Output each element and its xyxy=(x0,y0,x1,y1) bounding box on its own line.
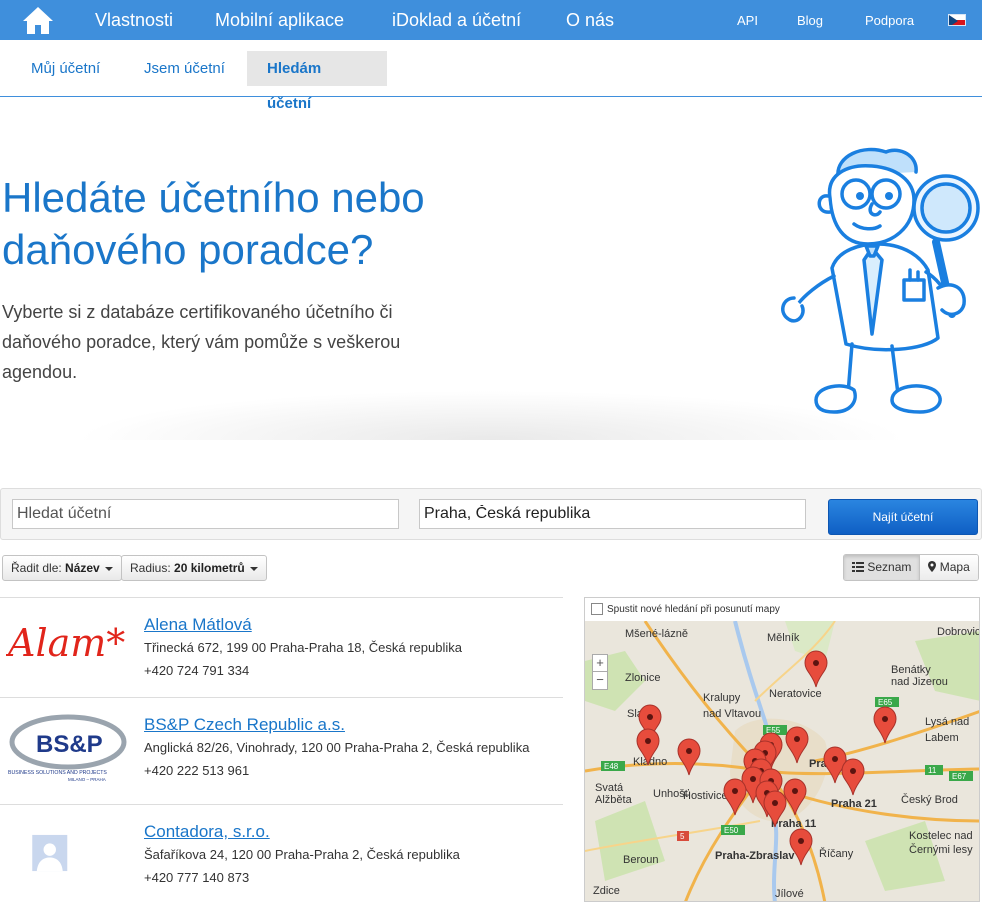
accountant-name-input[interactable] xyxy=(12,499,399,529)
nav-podpora[interactable]: Podpora xyxy=(865,0,914,40)
map-pin-icon[interactable] xyxy=(677,738,701,776)
results-list: Alam* Alena Mátlová Třinecká 672, 199 00… xyxy=(0,597,563,902)
nav-idoklad-a-ucetni[interactable]: iDoklad a účetní xyxy=(392,0,521,40)
search-on-move-label: Spustit nové hledání při posunutí mapy xyxy=(607,604,780,615)
location-input[interactable] xyxy=(419,499,806,529)
caret-down-icon xyxy=(105,566,114,571)
nav-blog[interactable]: Blog xyxy=(797,0,823,40)
result-name-link[interactable]: BS&P Czech Republic a.s. xyxy=(144,715,345,735)
bsp-logo: BS&P BUSINESS SOLUTIONS AND PROJECTS MIL… xyxy=(8,714,127,782)
sub-tabs: Můj účetní Jsem účetní Hledám účetní xyxy=(0,40,982,112)
list-icon xyxy=(852,562,864,572)
map-pin-icon[interactable] xyxy=(873,706,897,744)
map-pin-icon[interactable] xyxy=(763,790,787,828)
zoom-out-button[interactable]: − xyxy=(593,672,607,688)
sort-dropdown[interactable]: Řadit dle: Název xyxy=(2,555,123,581)
list-item: Contadora, s.r.o. Šafaříkova 24, 120 00 … xyxy=(0,804,563,902)
caret-down-icon xyxy=(250,566,259,571)
nav-o-nas[interactable]: O nás xyxy=(566,0,614,40)
avatar-placeholder-icon xyxy=(32,834,68,872)
map-pin-icon[interactable] xyxy=(789,828,813,866)
hero-description: Vyberte si z databáze certifikovaného úč… xyxy=(2,302,401,382)
nav-vlastnosti[interactable]: Vlastnosti xyxy=(95,0,173,40)
bsp-logo-subtag: MILANO – PRAHA xyxy=(68,777,106,782)
tab-jsem-ucetni[interactable]: Jsem účetní xyxy=(124,51,245,86)
list-item: Alam* Alena Mátlová Třinecká 672, 199 00… xyxy=(0,597,563,697)
result-name-link[interactable]: Contadora, s.r.o. xyxy=(144,822,270,842)
bsp-logo-tagline: BUSINESS SOLUTIONS AND PROJECTS xyxy=(8,770,107,776)
result-address: Třinecká 672, 199 00 Praha-Praha 18, Čes… xyxy=(144,640,462,655)
czech-flag-icon[interactable] xyxy=(948,14,966,26)
map-pin-icon[interactable] xyxy=(841,758,865,796)
top-navbar: Vlastnosti Mobilní aplikace iDoklad a úč… xyxy=(0,0,982,40)
view-toggle: Seznam Mapa xyxy=(843,554,979,581)
search-on-move-checkbox[interactable] xyxy=(591,603,603,615)
map-pin-icon[interactable] xyxy=(723,778,747,816)
result-name-link[interactable]: Alena Mátlová xyxy=(144,615,252,635)
nav-api[interactable]: API xyxy=(737,0,758,40)
map-pin-icon[interactable] xyxy=(636,728,660,766)
result-address: Šafaříkova 24, 120 00 Praha-Praha 2, Čes… xyxy=(144,847,460,862)
tab-muj-ucetni[interactable]: Můj účetní xyxy=(11,51,120,86)
sort-label: Řadit dle: xyxy=(11,561,62,575)
search-bar: Najít účetní xyxy=(0,488,982,540)
radius-value: 20 kilometrů xyxy=(174,561,245,575)
nav-mobilni-aplikace[interactable]: Mobilní aplikace xyxy=(215,0,344,40)
map-view-button[interactable]: Mapa xyxy=(919,555,978,580)
zoom-in-button[interactable]: + xyxy=(593,655,607,672)
sort-value: Název xyxy=(65,561,100,575)
alam-logo: Alam* xyxy=(6,621,125,665)
map-panel: Spustit nové hledání při posunutí mapy M… xyxy=(584,597,980,902)
accountant-mascot-illustration xyxy=(781,147,980,414)
home-icon[interactable] xyxy=(22,5,54,35)
alam-logo-text: Alam* xyxy=(6,621,125,665)
result-phone: +420 222 513 961 xyxy=(144,763,250,778)
result-phone: +420 777 140 873 xyxy=(144,870,250,885)
result-phone: +420 724 791 334 xyxy=(144,663,250,678)
find-accountant-button[interactable]: Najít účetní xyxy=(828,499,978,535)
tab-hledam-ucetni[interactable]: Hledám účetní xyxy=(247,51,387,112)
radius-label: Radius: xyxy=(130,561,171,575)
map-pin-icon[interactable] xyxy=(804,650,828,688)
map-pins-layer xyxy=(636,650,897,866)
page-title: Hledáte účetního nebo daňového poradce? xyxy=(2,174,425,273)
list-view-label: Seznam xyxy=(867,560,912,574)
list-view-button[interactable]: Seznam xyxy=(844,555,920,580)
map-pin-icon[interactable] xyxy=(823,746,847,784)
map-view-label: Mapa xyxy=(939,560,970,574)
radius-dropdown[interactable]: Radius: 20 kilometrů xyxy=(121,555,268,581)
bsp-logo-text: BS&P xyxy=(36,731,103,758)
list-item: BS&P BUSINESS SOLUTIONS AND PROJECTS MIL… xyxy=(0,697,563,804)
map-header: Spustit nové hledání při posunutí mapy xyxy=(585,598,979,621)
map-zoom-control: + − xyxy=(592,654,608,690)
map-pin-icon[interactable] xyxy=(785,726,809,764)
map-canvas[interactable]: Mšené-lázně Mělník Dobrovic Zlonice Benátky n… xyxy=(585,620,979,901)
map-pin-icon[interactable] xyxy=(783,778,807,816)
map-marker-icon xyxy=(928,561,937,572)
result-address: Anglická 82/26, Vinohrady, 120 00 Praha-… xyxy=(144,740,530,755)
